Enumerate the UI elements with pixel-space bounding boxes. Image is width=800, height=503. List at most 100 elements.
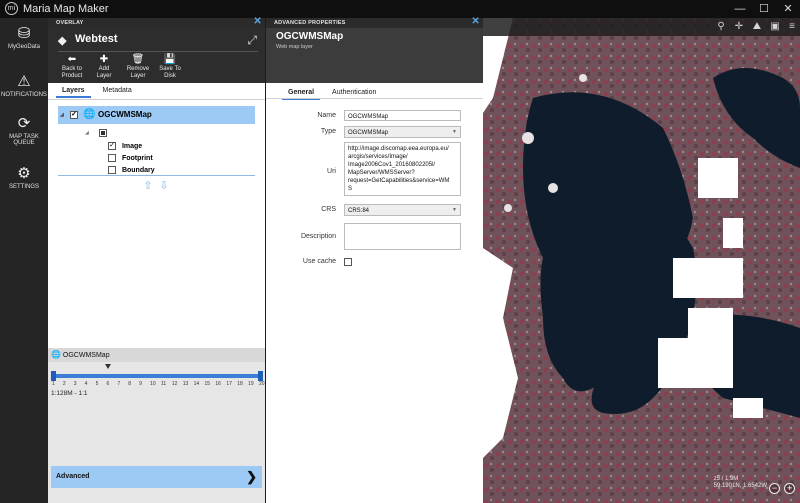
crosshair-icon[interactable]: ✛ — [732, 20, 746, 34]
zoom-in-button[interactable]: + — [784, 483, 795, 494]
toolbar-label-line1: Back to — [61, 66, 82, 72]
uri-field[interactable]: http://image.discomap.eea.europa.eu/ arc… — [344, 142, 461, 196]
save-icon: 💾 — [163, 54, 177, 65]
scale-range-area: 🌐 OGCWMSMap 1 2 3 4 5 6 7 8 9 10 11 12 13 14 15 16 17 18 1… — [48, 348, 265, 503]
scale-range-slider[interactable] — [54, 374, 261, 378]
advanced-button[interactable]: Advanced ❯ — [51, 466, 262, 488]
nav-item-label-line2: QUEUE — [13, 140, 35, 146]
nav-item-label: SETTINGS — [8, 184, 39, 190]
sublayer-footprint[interactable]: Footprint — [108, 154, 153, 164]
collapse-icon[interactable]: ◢ — [60, 106, 64, 124]
overlay-title-label: Webtest — [75, 33, 118, 45]
tab-authentication[interactable]: Authentication — [326, 87, 382, 98]
scale-tick-label: 17 — [226, 381, 232, 387]
scale-tick-label: 9 — [139, 381, 142, 387]
map-view[interactable]: ⚲ ✛ ⛰ ▣ ≡ z5 / 1:9M 59.1901N, 1.6542W − … — [483, 18, 800, 503]
sublayer-image[interactable]: ✓ Image — [108, 142, 142, 152]
type-label: Type — [320, 128, 336, 135]
uri-line: arcgis/services/Image/ — [348, 154, 408, 160]
nav-item-notifications[interactable]: ⚠ NOTIFICATIONS — [0, 73, 48, 99]
advanced-properties-panel: ADVANCED PROPERTIES ✕ OGCWMSMap Web map … — [266, 17, 483, 503]
sublayer-footprint-checkbox[interactable] — [108, 154, 116, 163]
nav-item-label: NOTIFICATIONS — [1, 92, 47, 98]
type-value: OGCWMSMap — [348, 130, 389, 136]
move-down-icon[interactable]: ⇩ — [158, 180, 170, 192]
sublayer-boundary-checkbox[interactable] — [108, 166, 116, 175]
uri-line: Image2006Cov1_20160802205l/ — [348, 162, 436, 168]
app-title: Maria Map Maker — [23, 3, 109, 15]
tab-layers[interactable]: Layers — [56, 85, 91, 98]
image-icon[interactable]: ▣ — [768, 20, 782, 34]
scale-tick-label: 5 — [95, 381, 99, 387]
uri-line: http://image.discomap.eea.europa.eu/ — [348, 146, 449, 152]
sublayer-image-checkbox[interactable]: ✓ — [108, 142, 116, 151]
save-to-disk-button[interactable]: 💾 Save To Disk — [150, 54, 190, 80]
advanced-layer-subtitle: Web map layer — [276, 44, 313, 50]
crs-value: CRS:84 — [348, 208, 370, 214]
zoom-out-button[interactable]: − — [769, 483, 780, 494]
scale-tick-label: 10 — [150, 381, 156, 387]
slider-min-handle[interactable] — [51, 371, 56, 381]
nav-item-mygeodata[interactable]: ⛁ MyGeoData — [0, 25, 48, 51]
scale-tick-label: 18 — [237, 381, 243, 387]
cubes-icon: ⛁ — [17, 25, 31, 42]
toolbar-label-line1: Save To — [159, 66, 181, 72]
pin-icon[interactable]: ⚲ — [714, 20, 728, 34]
layer-row-ogcwmsmap[interactable]: ◢ ✓ 🌐 OGCWMSMap — [58, 106, 255, 124]
scale-tick-label: 3 — [73, 381, 77, 387]
expand-icon[interactable]: ⤢ — [247, 33, 257, 48]
toolbar-label-line2: Disk — [164, 73, 176, 79]
terrain-icon[interactable]: ⛰ — [750, 20, 764, 34]
advanced-layer-name: OGCWMSMap — [276, 31, 344, 42]
sublayer-group-checkbox[interactable] — [99, 129, 107, 137]
scale-tick-label: 16 — [215, 381, 221, 387]
use-cache-label: Use cache — [302, 258, 336, 265]
scale-tick-label: 8 — [128, 381, 132, 387]
use-cache-checkbox[interactable] — [344, 258, 352, 266]
nav-item-map-task-queue[interactable]: ⟳ MAP TASK QUEUE — [0, 115, 48, 147]
move-up-icon[interactable]: ⇧ — [142, 180, 154, 192]
map-zoom-readout: z5 / 1:9M — [713, 476, 739, 482]
nav-item-settings[interactable]: ⚙ SETTINGS — [0, 166, 48, 191]
satellite-imagery — [483, 18, 800, 503]
map-status: z5 / 1:9M 59.1901N, 1.6542W — [714, 476, 767, 490]
layer-checkbox[interactable]: ✓ — [70, 111, 78, 119]
uri-line: S — [348, 186, 353, 192]
type-select[interactable]: OGCWMSMap ▼ — [344, 126, 461, 138]
sublayer-label: Image — [121, 143, 143, 150]
scale-tick-label: 20 — [259, 381, 265, 387]
map-toolbar: ⚲ ✛ ⛰ ▣ ≡ — [483, 18, 800, 36]
scale-tick-label: 1 — [52, 381, 55, 387]
layers-icon[interactable]: ≡ — [785, 20, 799, 34]
slider-max-handle[interactable] — [258, 371, 263, 381]
refresh-icon: ⟳ — [17, 115, 31, 132]
crs-select[interactable]: CRS:84 ▼ — [344, 204, 461, 216]
scale-tick-label: 6 — [106, 381, 110, 387]
description-field[interactable] — [344, 223, 461, 250]
advanced-close-icon[interactable]: ✕ — [471, 17, 480, 27]
minimize-button[interactable]: — — [728, 0, 752, 18]
toolbar-label-line2: Layer — [96, 73, 112, 79]
app-logo-icon: mi — [5, 2, 18, 15]
sublayer-collapse-icon[interactable]: ◢ — [85, 128, 89, 138]
advanced-label: Advanced — [56, 473, 90, 480]
scale-tick-label: 14 — [193, 381, 200, 387]
tab-metadata[interactable]: Metadata — [97, 85, 138, 96]
toolbar-label-line1: Remove — [126, 66, 150, 72]
globe-icon: 🌐 — [51, 350, 61, 359]
chevron-right-icon: ❯ — [246, 469, 257, 484]
crs-label: CRS — [321, 206, 336, 213]
scale-tick-label: 13 — [182, 381, 189, 387]
maximize-button[interactable]: ☐ — [752, 0, 776, 18]
close-button[interactable]: ✕ — [776, 0, 800, 18]
sublayer-label: Footprint — [121, 155, 153, 162]
scale-tick-label: 12 — [171, 381, 178, 387]
map-coordinate-readout: 59.1901N, 1.6542W — [713, 483, 767, 489]
sublayer-label: Boundary — [121, 167, 155, 174]
toolbar-label-line2: Product — [61, 73, 83, 79]
alert-icon: ⚠ — [17, 73, 31, 90]
scale-tick-label: 19 — [248, 381, 254, 387]
name-field[interactable]: OGCWMSMap — [344, 110, 461, 121]
overlay-close-icon[interactable]: ✕ — [253, 17, 262, 27]
description-label: Description — [300, 233, 336, 240]
